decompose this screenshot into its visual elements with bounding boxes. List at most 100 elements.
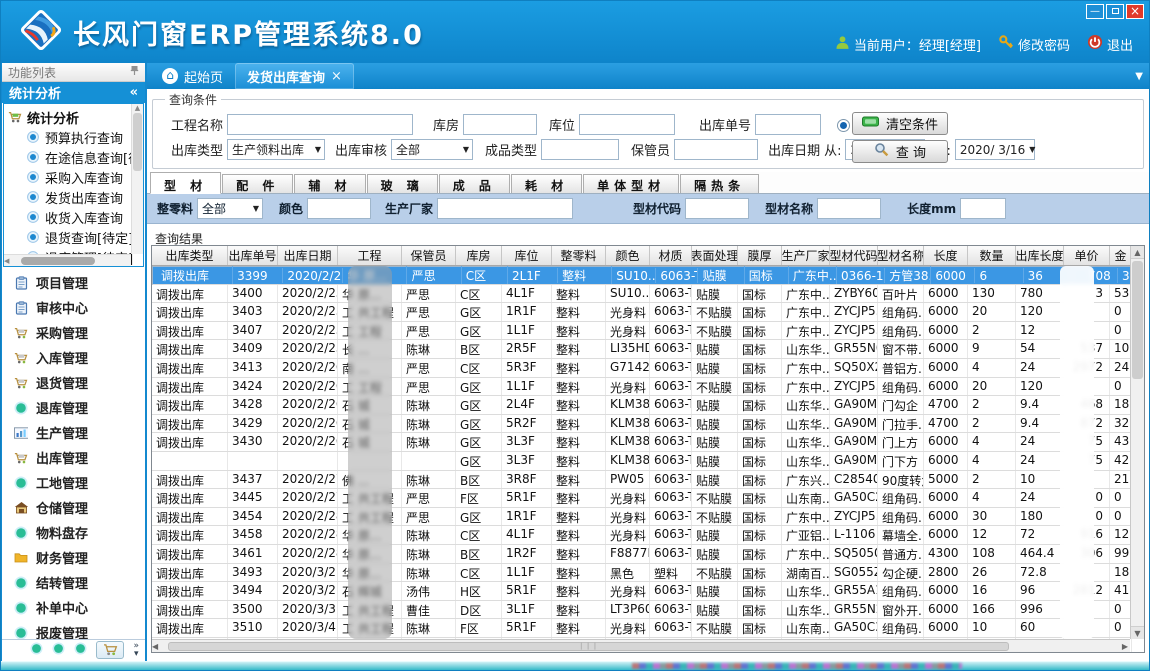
column-header-8[interactable]: 颜色	[606, 246, 650, 265]
column-header-11[interactable]: 膜厚	[738, 246, 782, 265]
table-row[interactable]: 调拨出库34302020/2/26石 城陈琳G区3L3F整料KLM3817606…	[152, 433, 1144, 452]
audit-select[interactable]: 全部▼	[391, 139, 473, 160]
sidebar-module-10[interactable]: 物料盘存	[2, 520, 145, 545]
tree-horizontal-scrollbar[interactable]: ◀	[4, 254, 131, 266]
scroll-down-icon[interactable]: ▼	[1131, 626, 1144, 639]
sidebar-module-9[interactable]: 仓储管理	[2, 495, 145, 520]
scrollbar-thumb[interactable]	[1132, 261, 1143, 379]
table-row[interactable]: 调拨出库34942020/3/2石 辉城汤伟H区5R1F整料光身料6063-T5…	[152, 582, 1144, 601]
green-circle-icon[interactable]	[30, 640, 43, 659]
tree-item-4[interactable]: 收货入库查询	[8, 207, 141, 227]
column-header-13[interactable]: 型材代码	[830, 246, 878, 265]
logout-button[interactable]: 退出	[1087, 34, 1133, 54]
tree-item-5[interactable]: 退货查询[待定]	[8, 227, 141, 247]
length-input[interactable]	[960, 198, 1006, 219]
green-circle-icon[interactable]	[74, 640, 87, 659]
material-tab-4[interactable]: 成 品	[439, 174, 510, 193]
column-header-7[interactable]: 整零料	[552, 246, 606, 265]
stats-section-header[interactable]: 统计分析 «	[2, 82, 145, 103]
column-header-18[interactable]: 单价	[1064, 246, 1110, 265]
outbound-type-select[interactable]: 生产领料出库▼	[227, 139, 325, 160]
sidebar-overflow-chevron[interactable]: »▾	[133, 642, 139, 658]
column-header-1[interactable]: 出库单号	[228, 246, 278, 265]
sidebar-module-7[interactable]: 出库管理	[2, 445, 145, 470]
column-header-6[interactable]: 库位	[502, 246, 552, 265]
column-header-12[interactable]: 生产厂家	[782, 246, 830, 265]
sidebar-module-11[interactable]: 财务管理	[2, 545, 145, 570]
tree-item-3[interactable]: 发货出库查询	[8, 187, 141, 207]
manufacturer-input[interactable]	[437, 198, 573, 219]
column-header-9[interactable]: 材质	[650, 246, 692, 265]
sidebar-module-8[interactable]: 工地管理	[2, 470, 145, 495]
table-horizontal-scrollbar[interactable]: ◀❘❘❘▶	[152, 639, 1130, 652]
column-header-2[interactable]: 出库日期	[278, 246, 338, 265]
pin-icon[interactable]	[130, 65, 139, 79]
table-row[interactable]: 调拨出库34242020/2/26工 工程严思G区1L1F整料光身料6063-T…	[152, 378, 1144, 397]
table-row[interactable]: 调拨出库33992020/2/25华 原...严思C区2L1F整料SU10...…	[152, 266, 1144, 285]
table-row[interactable]: 调拨出库35002020/3/3工 共工程曹佳D区3L1F整料LT3P60606…	[152, 601, 1144, 620]
tree-vertical-scrollbar[interactable]: ▲	[131, 104, 143, 254]
sidebar-module-2[interactable]: 采购管理	[2, 320, 145, 345]
location-input[interactable]	[579, 114, 675, 135]
keeper-input[interactable]	[674, 139, 758, 160]
sidebar-module-0[interactable]: 项目管理	[2, 270, 145, 295]
tree-item-0[interactable]: 预算执行查询	[8, 127, 141, 147]
date-to-picker[interactable]: 2020/ 3/16▼	[955, 139, 1035, 160]
minimize-icon[interactable]: —	[1086, 4, 1104, 19]
profile-name-input[interactable]	[817, 198, 881, 219]
column-header-17[interactable]: 出库长度	[1016, 246, 1064, 265]
table-row[interactable]: G区3L3F整料KLM38176063-T5贴膜国标山东华...GA90M09.…	[152, 452, 1144, 471]
search-button[interactable]: 查 询	[852, 140, 948, 163]
tab-list-chevron-icon[interactable]: ▼	[1135, 71, 1143, 82]
sidebar-module-6[interactable]: 生产管理	[2, 420, 145, 445]
table-row[interactable]: 调拨出库34542020/2/28工 共工程严思G区1R1F整料光身料6063-…	[152, 508, 1144, 527]
tab-home[interactable]: ⌂ 起始页	[150, 63, 235, 89]
table-row[interactable]: 调拨出库34932020/3/2华 原...陈琳C区1L1F整料黑色塑料不贴膜国…	[152, 564, 1144, 583]
close-icon[interactable]: ×	[1126, 4, 1144, 19]
material-tab-7[interactable]: 隔热条	[680, 174, 759, 193]
table-row[interactable]: 调拨出库34282020/2/26石 城陈琳G区2L4F整料KLM3817606…	[152, 396, 1144, 415]
sidebar-module-5[interactable]: 退库管理	[2, 395, 145, 420]
material-tab-1[interactable]: 配 件	[222, 174, 293, 193]
sidebar-module-12[interactable]: 结转管理	[2, 570, 145, 595]
table-row[interactable]: 调拨出库34132020/2/26南 ...严思C区5R3F整料G7142260…	[152, 359, 1144, 378]
material-tab-0[interactable]: 型 材	[150, 172, 221, 194]
cart-shortcut-button[interactable]	[96, 641, 124, 659]
table-row[interactable]: 调拨出库34092020/2/25长 ...陈琳B区2R5F整料LI35HD60…	[152, 340, 1144, 359]
column-header-0[interactable]: 出库类型	[152, 246, 228, 265]
column-header-3[interactable]: 工程	[338, 246, 402, 265]
table-row[interactable]: 调拨出库34002020/2/25华 原...严思C区4L1F整料SU10...…	[152, 285, 1144, 304]
material-tab-5[interactable]: 耗 材	[511, 174, 582, 193]
collapse-icon[interactable]: «	[130, 85, 138, 100]
sidebar-module-3[interactable]: 入库管理	[2, 345, 145, 370]
project-name-input[interactable]	[227, 114, 413, 135]
table-row[interactable]: 调拨出库34372020/2/27佛 ...陈琳B区3R8F整料PW056063…	[152, 471, 1144, 490]
green-circle-icon[interactable]	[52, 640, 65, 659]
table-row[interactable]: 调拨出库34612020/2/28华 原...陈琳B区1R2F整料F8877FT…	[152, 545, 1144, 564]
scrollbar-thumb[interactable]: ❘❘❘	[168, 642, 1009, 651]
maximize-icon[interactable]	[1106, 4, 1124, 19]
column-header-16[interactable]: 数量	[968, 246, 1016, 265]
tree-item-1[interactable]: 在途信息查询[待	[8, 147, 141, 167]
column-header-10[interactable]: 表面处理	[692, 246, 738, 265]
table-row[interactable]: 调拨出库34582020/2/28华 原...陈琳C区4L1F整料光身料6063…	[152, 526, 1144, 545]
material-tab-2[interactable]: 辅 材	[294, 174, 365, 193]
whole-part-select[interactable]: 全部▼	[197, 198, 263, 219]
profile-code-input[interactable]	[685, 198, 749, 219]
order-no-input[interactable]	[755, 114, 821, 135]
warehouse-input[interactable]	[463, 114, 537, 135]
material-tab-6[interactable]: 单体型材	[583, 174, 679, 193]
table-row[interactable]: 调拨出库34072020/2/25工 工程严思G区1L1F整料光身料6063-T…	[152, 322, 1144, 341]
tree-item-2[interactable]: 采购入库查询	[8, 167, 141, 187]
column-header-5[interactable]: 库房	[456, 246, 502, 265]
material-tab-3[interactable]: 玻 璃	[367, 174, 438, 193]
sidebar-module-4[interactable]: 退货管理	[2, 370, 145, 395]
table-row[interactable]: 调拨出库34292020/2/26石 城陈琳G区5R2F整料KLM3817606…	[152, 415, 1144, 434]
column-header-14[interactable]: 型材名称	[878, 246, 924, 265]
column-header-19[interactable]: 金	[1110, 246, 1132, 265]
tab-shipping-outbound-query[interactable]: 发货出库查询 ×	[235, 63, 354, 89]
table-row[interactable]: 调拨出库34452020/2/27工 共工程严思F区5R1F整料光身料6063-…	[152, 489, 1144, 508]
table-vertical-scrollbar[interactable]: ▲▼	[1130, 246, 1144, 639]
column-header-4[interactable]: 保管员	[402, 246, 456, 265]
close-tab-icon[interactable]: ×	[331, 69, 342, 84]
